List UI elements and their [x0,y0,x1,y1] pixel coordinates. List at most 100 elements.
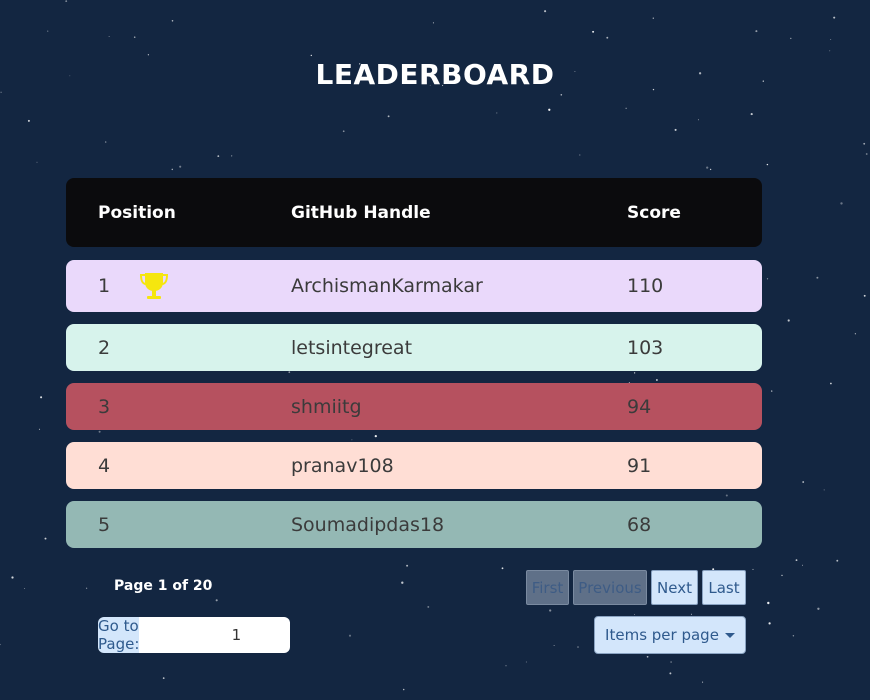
star [781,574,783,577]
star [374,434,377,438]
star [108,36,110,37]
star [829,50,831,52]
star [231,155,233,157]
table-row: 5 Soumadipdas18 68 [66,501,762,548]
star [387,115,390,118]
table-row: 4 pranav108 91 [66,442,762,489]
star [310,54,312,57]
star [634,614,635,615]
star [548,108,551,111]
star [755,30,758,33]
star [830,39,832,40]
row-position: 5 [98,513,111,536]
star [44,537,47,540]
star [147,54,150,56]
star [38,428,41,430]
star [104,141,107,143]
star [802,481,805,483]
row-position: 2 [98,336,111,359]
star [27,119,30,122]
star [750,113,753,116]
star [771,390,773,392]
last-page-button[interactable]: Last [702,570,746,605]
star [768,622,771,625]
header-score: Score [627,202,681,223]
header-github-handle: GitHub Handle [291,202,431,223]
star [288,371,291,374]
star [766,163,769,166]
star [217,155,220,158]
star [863,294,866,297]
star [348,634,352,637]
star [505,665,507,667]
star [0,91,2,94]
star [549,609,552,612]
star [752,568,754,570]
star [706,166,709,169]
trophy-icon [140,273,168,299]
star [11,576,14,579]
page-title: LEADERBOARD [315,58,555,91]
star [823,489,825,491]
row-github-handle: letsintegreat [291,336,413,359]
table-header-row: Position GitHub Handle Score [66,178,762,247]
star [787,319,790,322]
star [766,278,769,280]
star [670,661,672,663]
row-score: 103 [627,336,664,359]
row-position: 3 [98,395,111,418]
row-score: 94 [627,395,652,418]
go-to-page-label: Go to Page: [98,617,140,653]
star [36,161,38,163]
star [592,30,595,33]
star [351,439,353,441]
star [795,559,798,562]
star [342,130,345,133]
previous-page-button[interactable]: Previous [573,570,647,605]
next-page-button[interactable]: Next [651,570,698,605]
star [427,605,430,608]
star [816,276,819,279]
star [65,0,68,2]
go-to-page-group: Go to Page: [98,617,290,653]
star [655,379,658,381]
leaderboard-table: Position GitHub Handle Score 1 Archisman… [66,178,762,548]
star [0,643,1,646]
star [709,168,712,171]
star [836,559,839,562]
header-position: Position [98,202,176,223]
star [577,646,579,648]
star [85,587,88,589]
star [525,661,527,663]
star [40,396,43,399]
star [553,645,555,646]
row-position: 4 [98,454,111,477]
items-per-page-dropdown[interactable]: Items per page [594,616,746,654]
star [674,128,677,131]
star [767,601,770,605]
star [179,165,182,168]
caret-down-icon [724,632,735,638]
page-indicator: Page 1 of 20 [114,578,213,594]
star [171,168,174,171]
row-score: 91 [627,454,652,477]
star [802,564,803,566]
row-position: 1 [98,275,111,297]
star [98,430,101,433]
star [702,681,704,683]
row-github-handle: pranav108 [291,454,394,477]
star [725,494,728,497]
star [854,333,857,335]
star [402,688,405,691]
go-to-page-input[interactable] [139,617,290,653]
star [633,372,636,374]
star [496,112,498,114]
star [579,154,581,156]
row-score: 110 [627,275,664,297]
star [652,17,654,19]
star [833,16,836,19]
row-github-handle: Soumadipdas18 [291,513,445,536]
first-page-button[interactable]: First [526,570,569,605]
star [625,107,627,109]
star [865,153,868,155]
